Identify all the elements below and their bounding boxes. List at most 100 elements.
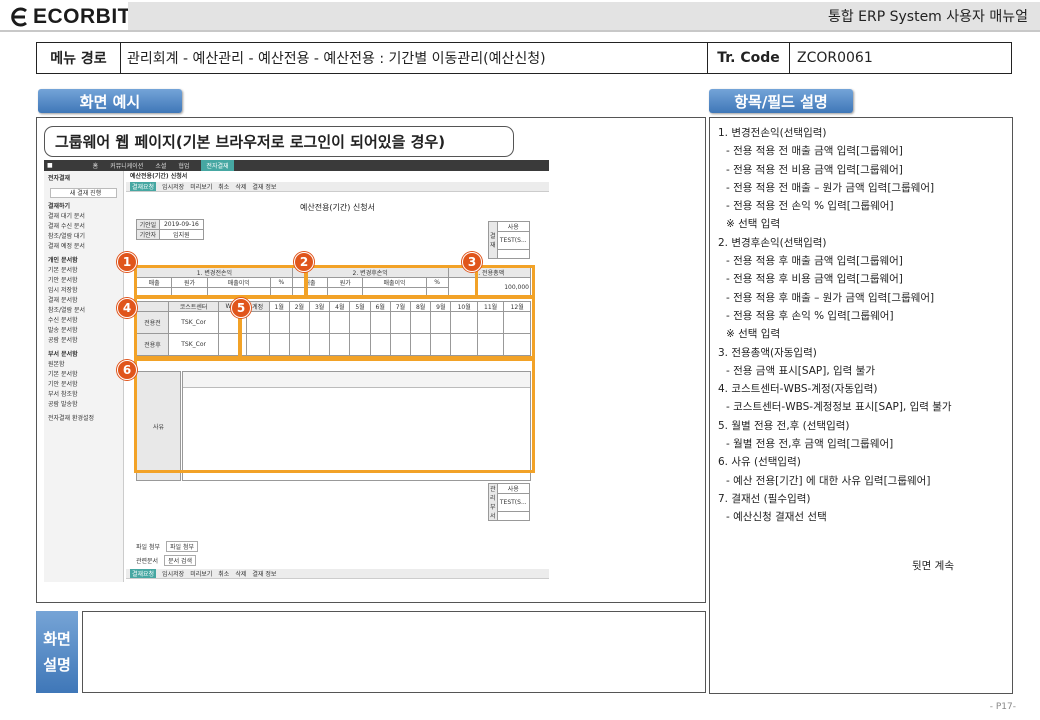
gw-form-title: 예산전용(기간) 신청서 xyxy=(299,203,376,212)
gw-menu-social[interactable]: 소셜 xyxy=(155,161,166,170)
field-item-title: 1. 변경전손익(선택입력) xyxy=(718,127,827,139)
gw-side-item[interactable]: 결재 문서함 xyxy=(44,296,123,306)
field-item-line: - 코스트센터-WBS-계정정보 표시[SAP], 입력 불가 xyxy=(726,401,952,414)
gw-side-item[interactable]: 결재 수신 문서 xyxy=(44,222,123,232)
gw-side-item[interactable]: 공람 문서함 xyxy=(44,336,123,346)
gw-approval-line-2[interactable]: 관리부서 사용 TEST(S... xyxy=(488,483,531,521)
marker-1-icon: 1 xyxy=(117,252,137,272)
gw-drafter: 임지원 xyxy=(158,229,205,240)
gw-side-item[interactable]: 기안 문서함 xyxy=(44,380,123,390)
field-item-line: - 월별 전용 전,후 금액 입력[그룹웨어] xyxy=(726,438,894,451)
gw-side-item[interactable]: 임시 저장함 xyxy=(44,286,123,296)
field-description-list: 1. 변경전손익(선택입력) - 전용 적용 전 매출 금액 입력[그룹웨어] - … xyxy=(718,124,1004,527)
gw-side-item[interactable]: 기본 문서함 xyxy=(44,266,123,276)
gw-attach-button[interactable]: 파일 첨부 xyxy=(166,541,198,552)
gw-side-item[interactable]: 수신 문서함 xyxy=(44,316,123,326)
field-item-line: - 전용 적용 후 매출 – 원가 금액 입력[그룹웨어] xyxy=(726,291,935,304)
gw-menu-approval[interactable]: 전자결재 xyxy=(201,160,234,171)
marker-5-icon: 5 xyxy=(231,298,251,318)
field-item-title: 3. 전용총액(자동입력) xyxy=(718,346,817,359)
gw-delete-button[interactable]: 삭제 xyxy=(235,569,246,578)
field-item-title: 2. 변경후손익(선택입력) xyxy=(718,236,827,249)
gw-attach-row: 파일 첨부 파일 첨부 xyxy=(136,541,198,552)
gw-bottom-toolbar: 결재요청 임시저장 미리보기 취소 삭제 결재 정보 xyxy=(126,569,549,579)
gw-request-approval-button[interactable]: 결재요청 xyxy=(130,569,157,578)
marker-2-icon: 2 xyxy=(294,252,314,272)
gw-side-item[interactable]: 결재 예정 문서 xyxy=(44,242,123,252)
screen-description-label-line2: 설명 xyxy=(43,656,71,674)
gw-side-item[interactable]: 개인 문서함 xyxy=(44,256,123,266)
gw-approval-role: 사용 xyxy=(496,221,531,232)
gw-delete-button[interactable]: 삭제 xyxy=(235,182,246,191)
gw-approval-info-button[interactable]: 결재 정보 xyxy=(252,182,276,191)
tr-code-value: ZCOR0061 xyxy=(797,50,873,66)
gw-side-item[interactable]: 결재 대기 문서 xyxy=(44,212,123,222)
gw-menu-collab[interactable]: 협업 xyxy=(178,161,189,170)
manual-title: 통합 ERP System 사용자 매뉴얼 xyxy=(827,9,1028,25)
ecorbit-logo: ECORBIT xyxy=(8,4,131,30)
marker-3-icon: 3 xyxy=(462,252,482,272)
gw-related-search-button[interactable]: 문서 검색 xyxy=(164,555,197,566)
gw-page-heading: 예산전용(기간) 신청서 xyxy=(130,173,188,180)
gw-preview-button[interactable]: 미리보기 xyxy=(190,182,212,191)
gw-approval-line[interactable]: 결재 사용 TEST(S... xyxy=(488,221,531,259)
header-divider xyxy=(0,30,1040,32)
gw-temp-save-button[interactable]: 임시저장 xyxy=(162,569,184,578)
menu-path-row: 메뉴 경로 관리회계 - 예산관리 - 예산전용 - 예산전용 : 기간별 이동… xyxy=(36,42,1012,74)
gw-new-approval-button[interactable]: 새 결재 진행 xyxy=(50,188,117,198)
gw-temp-save-button[interactable]: 임시저장 xyxy=(162,182,184,191)
field-item-line: - 전용 적용 후 매출 금액 입력[그룹웨어] xyxy=(726,255,903,268)
field-item-line: - 전용 적용 전 매출 금액 입력[그룹웨어] xyxy=(726,145,903,158)
gw-menu-home[interactable]: 홈 xyxy=(93,161,99,170)
screen-description-label-line1: 화면 xyxy=(43,630,71,648)
gw-menu-communication[interactable]: 커뮤니케이션 xyxy=(110,161,143,170)
field-description-tab: 항목/필드 설명 xyxy=(709,89,853,113)
screen-example-tab: 화면 예시 xyxy=(38,89,182,113)
gw-cancel-button[interactable]: 취소 xyxy=(218,569,229,578)
gw-request-approval-button[interactable]: 결재요청 xyxy=(130,182,157,191)
gw-side-item[interactable]: 기본 문서함 xyxy=(44,370,123,380)
gw-approval-name: TEST(S... xyxy=(496,231,531,250)
gw-approval-info-button[interactable]: 결재 정보 xyxy=(252,569,276,578)
gw-side-item[interactable]: 전자결재 환경설정 xyxy=(44,414,123,424)
gw-related-row: 관련문서 문서 검색 xyxy=(136,555,197,566)
gw-side-title: 전자결재 xyxy=(48,175,71,182)
gw-side-item[interactable]: 부서 참조함 xyxy=(44,390,123,400)
highlight-before-pl xyxy=(134,265,308,298)
field-item-line: - 전용 금액 표시[SAP], 입력 불가 xyxy=(726,364,875,377)
menu-path-value: 관리회계 - 예산관리 - 예산전용 - 예산전용 : 기간별 이동관리(예산신… xyxy=(121,43,708,73)
gw-draft-date: 2019-09-16 xyxy=(158,219,205,230)
gw-side-item[interactable]: 공람 발송함 xyxy=(44,400,123,410)
gw-side-item[interactable]: 참조/열람 대기 xyxy=(44,232,123,242)
marker-4-icon: 4 xyxy=(117,298,137,318)
field-item-line: - 예산신청 결재선 선택 xyxy=(726,511,827,524)
gw-related-label: 관련문서 xyxy=(136,558,159,565)
logo-text: ECORBIT xyxy=(33,5,131,28)
gw-drafter-table: 기안일 2019-09-16 기안자 임지원 xyxy=(136,219,205,240)
gw-preview-button[interactable]: 미리보기 xyxy=(190,569,212,578)
page-number: - P17- xyxy=(989,702,1016,712)
gw-approval-role: 사용 xyxy=(496,483,531,494)
gw-toolbar: 결재요청 임시저장 미리보기 취소 삭제 결재 정보 xyxy=(126,182,549,192)
continued-note: 뒷면 계속 xyxy=(912,559,954,572)
field-item-line: - 전용 적용 후 비용 금액 입력[그룹웨어] xyxy=(726,273,903,286)
gw-attach-label: 파일 첨부 xyxy=(136,544,160,551)
field-item-line: - 예산 전용[기간] 에 대한 사유 입력[그룹웨어] xyxy=(726,474,931,487)
highlight-after-pl xyxy=(304,265,478,298)
gw-side-item[interactable]: 참조/열람 문서 xyxy=(44,306,123,316)
gw-cancel-button[interactable]: 취소 xyxy=(218,182,229,191)
gw-side-item[interactable]: 발송 문서함 xyxy=(44,326,123,336)
gw-side-item[interactable]: 기안 문서함 xyxy=(44,276,123,286)
field-description-panel: 1. 변경전손익(선택입력) - 전용 적용 전 매출 금액 입력[그룹웨어] - … xyxy=(709,117,1013,694)
screen-description-box xyxy=(82,611,706,693)
field-item-line: ※ 선택 입력 xyxy=(726,218,781,231)
gw-approval-name: TEST(S... xyxy=(496,493,531,512)
gw-side-item[interactable]: 결재하기 xyxy=(44,202,123,212)
gw-side-item[interactable]: 부서 문서함 xyxy=(44,350,123,360)
screen-description-label: 화면 설명 xyxy=(36,611,78,693)
gw-side-item[interactable]: 원본함 xyxy=(44,360,123,370)
field-item-line: ※ 선택 입력 xyxy=(726,328,781,341)
field-item-title: 5. 월별 전용 전,후 (선택입력) xyxy=(718,419,850,432)
highlight-total xyxy=(475,265,535,298)
screenshot-caption: 그룹웨어 웹 페이지(기본 브라우저로 로그인이 되어있을 경우) xyxy=(44,126,514,157)
